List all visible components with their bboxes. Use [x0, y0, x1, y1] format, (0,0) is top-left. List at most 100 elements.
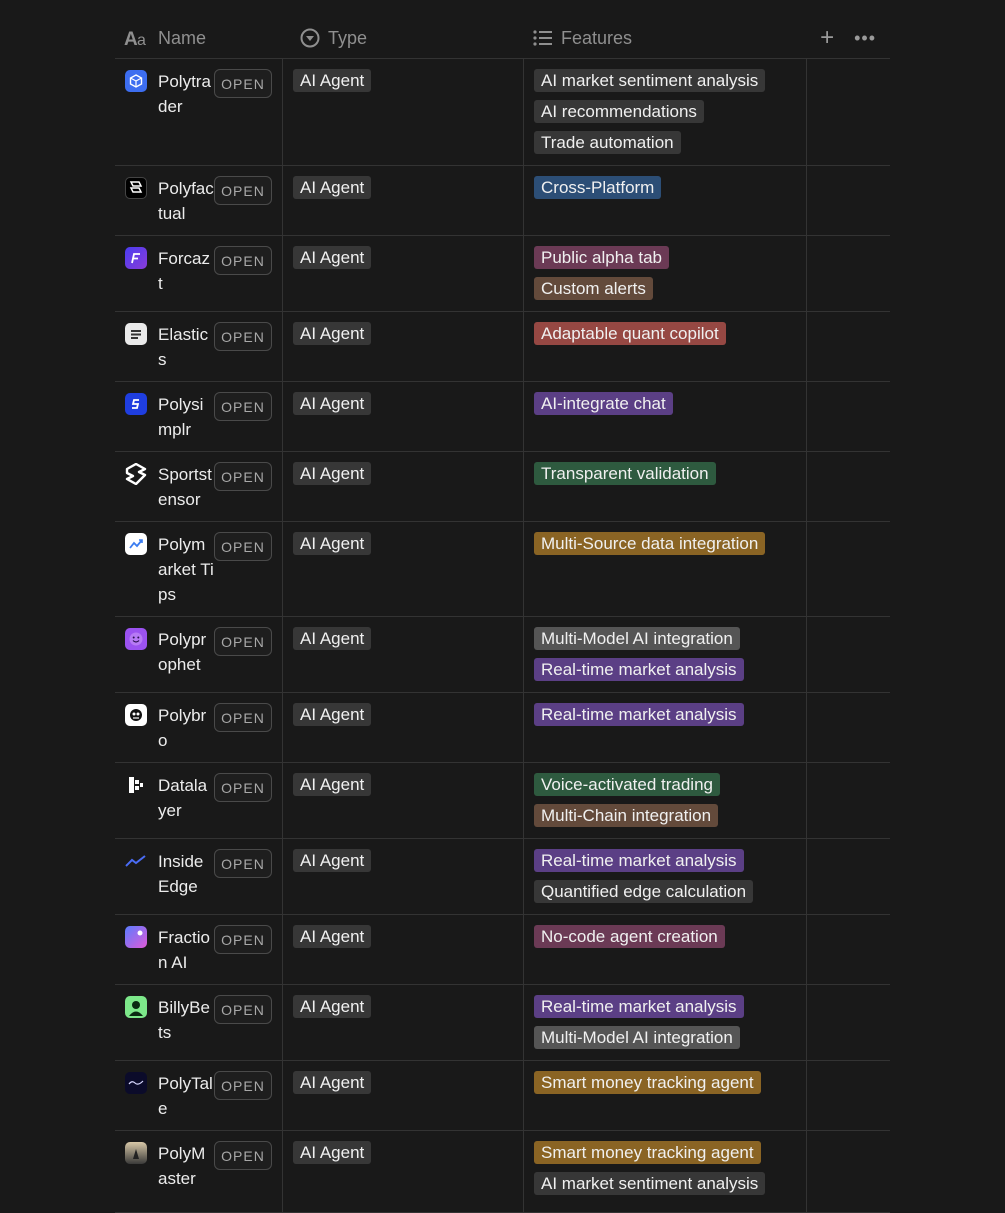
open-button[interactable]: OPEN	[214, 1141, 272, 1170]
type-cell[interactable]: AI Agent	[282, 59, 523, 165]
features-cell[interactable]: AI-integrate chat	[523, 382, 806, 451]
type-cell[interactable]: AI Agent	[282, 312, 523, 381]
empty-cell[interactable]	[806, 915, 890, 984]
table-row[interactable]: Polybro OPEN AI Agent Real-time market anal…	[115, 693, 890, 763]
open-button[interactable]: OPEN	[214, 995, 272, 1024]
trend-chart-icon	[125, 532, 147, 616]
table-row[interactable]: Polymarket Tips OPEN AI Agent Multi-Source …	[115, 522, 890, 617]
open-button[interactable]: OPEN	[214, 849, 272, 878]
table-row[interactable]: Fraction AI OPEN AI Agent No-code agent cre…	[115, 915, 890, 985]
name-cell[interactable]: Inside Edge OPEN	[115, 839, 282, 914]
type-cell[interactable]: AI Agent	[282, 452, 523, 521]
type-tag: AI Agent	[293, 995, 372, 1018]
name-cell[interactable]: Polyprophet OPEN	[115, 617, 282, 692]
open-button[interactable]: OPEN	[214, 627, 272, 656]
features-cell[interactable]: Transparent validation	[523, 452, 806, 521]
type-cell[interactable]: AI Agent	[282, 166, 523, 235]
type-cell[interactable]: AI Agent	[282, 985, 523, 1060]
features-cell[interactable]: Multi-Model AI integration Real-time mark…	[523, 617, 806, 692]
table-row[interactable]: Sportstensor OPEN AI Agent Transparent vali…	[115, 452, 890, 522]
type-cell[interactable]: AI Agent	[282, 617, 523, 692]
feature-tag: Public alpha tab	[534, 246, 669, 269]
table-row[interactable]: Polysimplr OPEN AI Agent AI-integrate chat	[115, 382, 890, 452]
empty-cell[interactable]	[806, 693, 890, 762]
empty-cell[interactable]	[806, 452, 890, 521]
name-cell[interactable]: BillyBets OPEN	[115, 985, 282, 1060]
type-cell[interactable]: AI Agent	[282, 915, 523, 984]
open-button[interactable]: OPEN	[214, 322, 272, 351]
more-options-button[interactable]: •••	[854, 29, 876, 47]
features-cell[interactable]: Smart money tracking agent	[523, 1061, 806, 1130]
empty-cell[interactable]	[806, 617, 890, 692]
type-cell[interactable]: AI Agent	[282, 693, 523, 762]
type-cell[interactable]: AI Agent	[282, 839, 523, 914]
empty-cell[interactable]	[806, 522, 890, 616]
open-button[interactable]: OPEN	[214, 462, 272, 491]
open-button[interactable]: OPEN	[214, 1071, 272, 1100]
open-button[interactable]: OPEN	[214, 532, 272, 561]
table-row[interactable]: Datalayer OPEN AI Agent Voice-activated tra…	[115, 763, 890, 839]
polybro-logo-icon	[125, 703, 147, 762]
type-cell[interactable]: AI Agent	[282, 522, 523, 616]
column-header-type[interactable]: Type	[282, 18, 523, 58]
table-row[interactable]: PolyMaster OPEN AI Agent Smart money tracki…	[115, 1131, 890, 1213]
empty-cell[interactable]	[806, 59, 890, 165]
empty-cell[interactable]	[806, 236, 890, 311]
feature-tag: Real-time market analysis	[534, 703, 744, 726]
name-cell[interactable]: Polytrader OPEN	[115, 59, 282, 165]
column-header-actions: + •••	[806, 18, 890, 58]
name-cell[interactable]: Sportstensor OPEN	[115, 452, 282, 521]
open-button[interactable]: OPEN	[214, 246, 272, 275]
features-cell[interactable]: Real-time market analysis	[523, 693, 806, 762]
name-cell[interactable]: Forcazt OPEN	[115, 236, 282, 311]
name-cell[interactable]: Polysimplr OPEN	[115, 382, 282, 451]
open-button[interactable]: OPEN	[214, 925, 272, 954]
type-cell[interactable]: AI Agent	[282, 236, 523, 311]
name-cell[interactable]: Polymarket Tips OPEN	[115, 522, 282, 616]
features-cell[interactable]: AI market sentiment analysis AI recommend…	[523, 59, 806, 165]
features-cell[interactable]: Multi-Source data integration	[523, 522, 806, 616]
features-cell[interactable]: No-code agent creation	[523, 915, 806, 984]
name-cell[interactable]: PolyTale OPEN	[115, 1061, 282, 1130]
empty-cell[interactable]	[806, 312, 890, 381]
column-header-features[interactable]: Features	[523, 18, 806, 58]
empty-cell[interactable]	[806, 382, 890, 451]
empty-cell[interactable]	[806, 166, 890, 235]
type-cell[interactable]: AI Agent	[282, 763, 523, 838]
table-row[interactable]: Elastics OPEN AI Agent Adaptable quant copi…	[115, 312, 890, 382]
add-property-button[interactable]: +	[820, 26, 834, 50]
empty-cell[interactable]	[806, 1061, 890, 1130]
features-cell[interactable]: Public alpha tab Custom alerts	[523, 236, 806, 311]
feature-tag: Voice-activated trading	[534, 773, 720, 796]
table-row[interactable]: PolyTale OPEN AI Agent Smart money tracking…	[115, 1061, 890, 1131]
name-cell[interactable]: Datalayer OPEN	[115, 763, 282, 838]
features-cell[interactable]: Real-time market analysis Quantified edge…	[523, 839, 806, 914]
open-button[interactable]: OPEN	[214, 69, 272, 98]
column-header-name[interactable]: Aa Name	[115, 18, 282, 58]
features-cell[interactable]: Real-time market analysis Multi-Model AI …	[523, 985, 806, 1060]
table-row[interactable]: Polyfactual OPEN AI Agent Cross-Platform	[115, 166, 890, 236]
type-tag: AI Agent	[293, 773, 372, 796]
table-row[interactable]: Inside Edge OPEN AI Agent Real-time market …	[115, 839, 890, 915]
features-cell[interactable]: Cross-Platform	[523, 166, 806, 235]
name-cell[interactable]: Polyfactual OPEN	[115, 166, 282, 235]
table-row[interactable]: Forcazt OPEN AI Agent Public alpha tab Custo…	[115, 236, 890, 312]
empty-cell[interactable]	[806, 839, 890, 914]
empty-cell[interactable]	[806, 763, 890, 838]
open-button[interactable]: OPEN	[214, 703, 272, 732]
features-cell[interactable]: Adaptable quant copilot	[523, 312, 806, 381]
table-row[interactable]: BillyBets OPEN AI Agent Real-time market an…	[115, 985, 890, 1061]
features-cell[interactable]: Voice-activated trading Multi-Chain integ…	[523, 763, 806, 838]
fraction-logo-icon	[125, 925, 147, 984]
type-cell[interactable]: AI Agent	[282, 382, 523, 451]
name-cell[interactable]: Fraction AI OPEN	[115, 915, 282, 984]
type-cell[interactable]: AI Agent	[282, 1061, 523, 1130]
table-row[interactable]: Polyprophet OPEN AI Agent Multi-Model AI in…	[115, 617, 890, 693]
open-button[interactable]: OPEN	[214, 392, 272, 421]
name-cell[interactable]: Polybro OPEN	[115, 693, 282, 762]
open-button[interactable]: OPEN	[214, 773, 272, 802]
open-button[interactable]: OPEN	[214, 176, 272, 205]
name-cell[interactable]: Elastics OPEN	[115, 312, 282, 381]
table-row[interactable]: Polytrader OPEN AI Agent AI market sentimen…	[115, 59, 890, 166]
empty-cell[interactable]	[806, 985, 890, 1060]
